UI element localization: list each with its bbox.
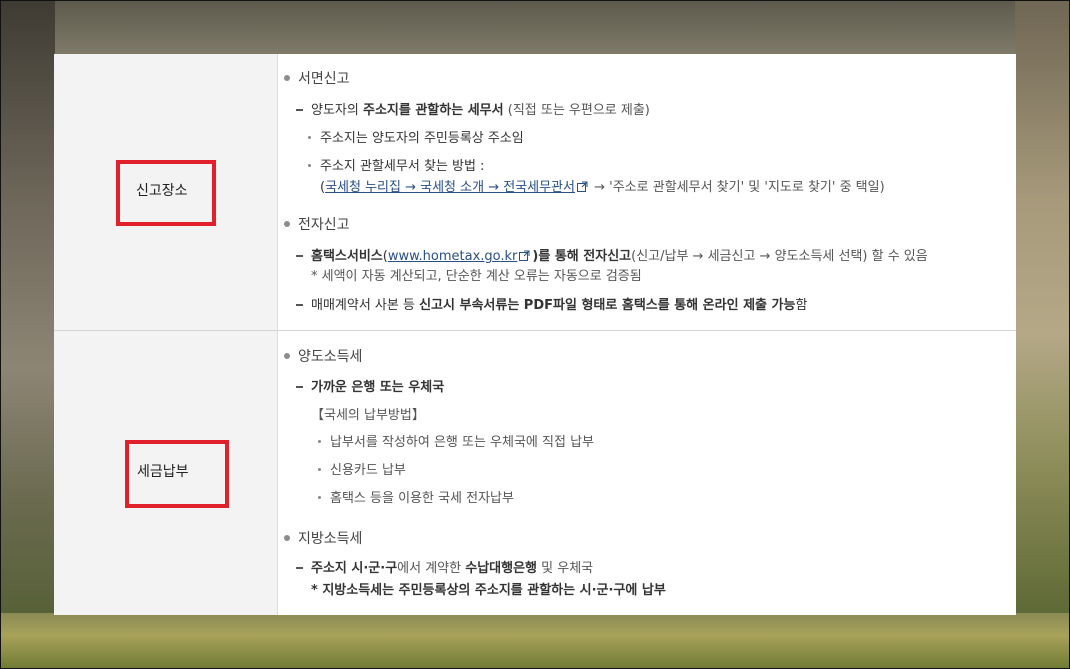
payment-method-item: 신용카드 납부 — [318, 459, 406, 478]
background-right — [1015, 0, 1070, 669]
dot-icon — [318, 440, 321, 443]
dash-icon — [296, 385, 303, 388]
dash-icon — [296, 254, 303, 257]
row-label: 신고장소 — [136, 183, 188, 199]
electronic-note: * 세액이 자동 계산되고, 단순한 계산 오류는 자동으로 검증됨 — [311, 269, 642, 284]
section-title-capital-gains: 양도소득세 — [284, 346, 362, 366]
background-left — [0, 0, 55, 669]
written-sub2-title: 주소지 관할세무서 찾는 방법 : — [308, 155, 484, 174]
dash-icon — [296, 303, 303, 306]
row-content-tax-payment: 양도소득세 가까운 은행 또는 우체국 【국세의 납부방법】 납부서를 작성하여… — [278, 331, 1016, 615]
dot-icon — [308, 136, 311, 139]
row-header-tax-payment: 세금납부 — [54, 331, 278, 615]
electronic-line2: 매매계약서 사본 등 신고시 부속서류는 PDF파일 형태로 홈택스를 통해 온… — [296, 294, 807, 313]
section-title-written: 서면신고 — [284, 68, 350, 88]
row-label: 세금납부 — [137, 464, 189, 480]
payment-method-title: 【국세의 납부방법】 — [311, 408, 425, 423]
external-link-icon[interactable] — [576, 181, 588, 192]
external-link-icon[interactable] — [519, 250, 530, 261]
local-income-main: 주소지 시·군·구에서 계약한 수납대행은행 및 우체국 — [296, 557, 593, 576]
bullet-icon — [284, 221, 290, 227]
local-income-note: * 지방소득세는 주민등록상의 주소지를 관할하는 시·군·구에 납부 — [311, 583, 666, 598]
hometax-link[interactable]: www.hometax.go.kr — [388, 249, 518, 264]
payment-method-item: 홈택스 등을 이용한 국세 전자납부 — [318, 487, 514, 506]
capital-gains-main: 가까운 은행 또는 우체국 — [296, 376, 444, 395]
section-title-local-income: 지방소득세 — [284, 528, 362, 548]
dot-icon — [318, 496, 321, 499]
electronic-line1: 홈택스서비스(www.hometax.go.kr)를 통해 전자신고(신고/납부… — [296, 245, 928, 264]
dot-icon — [308, 164, 311, 167]
bullet-icon — [284, 75, 290, 81]
payment-method-item: 납부서를 작성하여 은행 또는 우체국에 직접 납부 — [318, 431, 594, 450]
section-title-electronic: 전자신고 — [284, 214, 350, 234]
row-content-filing-place: 서면신고 양도자의 주소지를 관할하는 세무서 (직접 또는 우편으로 제출) … — [278, 54, 1016, 330]
info-table: 신고장소 서면신고 양도자의 주소지를 관할하는 세무서 (직접 또는 우편으로… — [54, 54, 1016, 615]
bullet-icon — [284, 535, 290, 541]
table-row-tax-payment: 세금납부 양도소득세 가까운 은행 또는 우체국 【국세의 납부방법】 납부서를… — [54, 331, 1016, 615]
written-sub1: 주소지는 양도자의 주민등록상 주소임 — [308, 127, 524, 146]
background-field — [0, 613, 1070, 669]
dash-icon — [296, 566, 303, 569]
dot-icon — [318, 468, 321, 471]
table-row-filing-place: 신고장소 서면신고 양도자의 주소지를 관할하는 세무서 (직접 또는 우편으로… — [54, 54, 1016, 330]
tax-office-link[interactable]: 국세청 누리집 → 국세청 소개 → 전국세무관서 — [325, 180, 575, 195]
dash-icon — [296, 108, 303, 111]
row-header-filing-place: 신고장소 — [54, 54, 278, 330]
written-main-line: 양도자의 주소지를 관할하는 세무서 (직접 또는 우편으로 제출) — [296, 99, 650, 118]
written-sub2-path: (국세청 누리집 → 국세청 소개 → 전국세무관서 → '주소로 관할세무서 … — [320, 180, 885, 195]
bullet-icon — [284, 353, 290, 359]
